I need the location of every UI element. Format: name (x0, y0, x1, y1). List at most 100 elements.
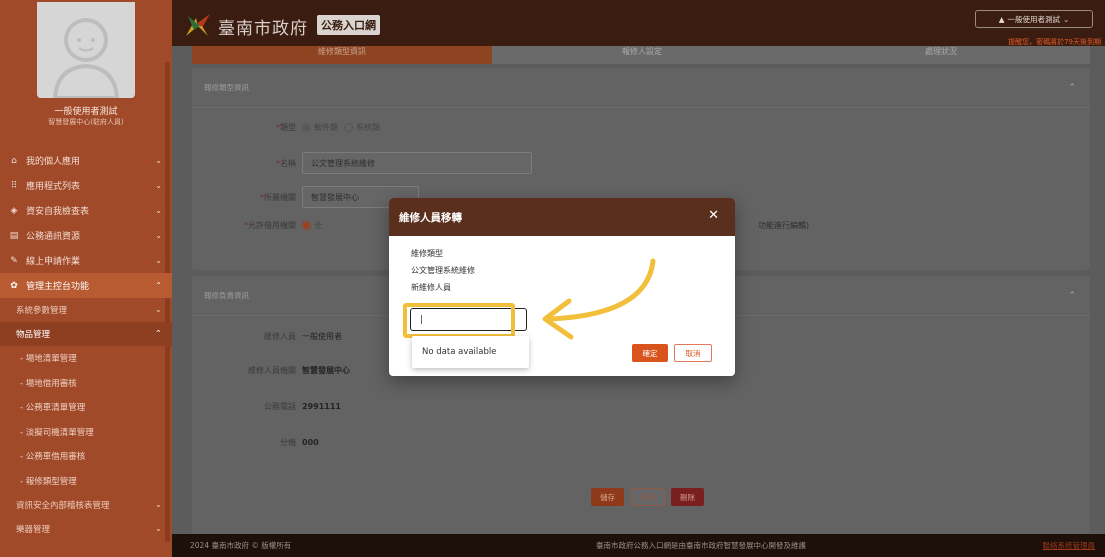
gov-name: 臺南市政府 (218, 19, 308, 39)
agency-label-text: 所屬機關 (264, 192, 296, 202)
user-menu-label: 一般使用者測試 (1007, 14, 1060, 24)
sidebar-sub-items[interactable]: 物品管理 ⌃ (0, 322, 172, 346)
name-label-text: 名稱 (280, 158, 296, 168)
tainan-logo-icon (186, 14, 210, 36)
info-value: 一般使用者 (302, 332, 342, 341)
sidebar-item-personal[interactable]: ⌂ 我的個人應用 ⌄ (0, 148, 172, 173)
sidebar-nav: ⌂ 我的個人應用 ⌄ ⠿ 應用程式列表 ⌄ ◈ 資安自我檢查表 ⌄ ▤ 公務通訊資源 ⌄ ✎ 線上… (0, 148, 172, 541)
avatar (37, 2, 135, 98)
radio-dot (302, 221, 311, 230)
info-label: 分機 (280, 438, 296, 447)
sidebar-item-admin[interactable]: ✿ 管理主控台功能 ⌃ (0, 273, 172, 298)
chevron-up-icon[interactable]: ⌃ (1068, 291, 1076, 301)
confirm-button[interactable]: 確定 (632, 344, 668, 362)
dialog-cancel-button[interactable]: 取消 (674, 344, 712, 362)
home-icon: ⌂ (11, 155, 17, 166)
allow-row: *允許借用機關 全 (192, 220, 328, 231)
user-name: 一般使用者測試 (54, 107, 118, 117)
sidebar-link-repair-types[interactable]: - 報修類型管理 (0, 469, 172, 494)
chevron-down-icon: ⌄ (1062, 14, 1070, 24)
sidebar-link-venue-list[interactable]: - 場地清單管理 (0, 346, 172, 371)
type-radio-software[interactable]: 軟件類 (302, 122, 338, 133)
sidebar-item-label: 資安自我檢查表 (26, 207, 90, 217)
sidebar-item-label: 管理主控台功能 (26, 282, 90, 292)
sidebar-link-car-review[interactable]: - 公務車借用審核 (0, 444, 172, 469)
close-icon[interactable]: ✕ (708, 208, 719, 223)
user-menu-button[interactable]: ▲ 一般使用者測試 ⌄ (975, 10, 1093, 28)
tab-repair-type[interactable]: 維修類型資訊 (192, 46, 492, 64)
info-row: 分機 000 (192, 437, 319, 448)
chevron-down-icon: ⌄ (155, 156, 162, 165)
new-staff-label: 新維修人員 (411, 283, 451, 292)
save-button[interactable]: 儲存 (591, 488, 624, 506)
radio-label: 全 (314, 221, 322, 230)
chevron-down-icon: ⌄ (155, 181, 162, 190)
gear-icon: ✿ (10, 280, 18, 291)
delete-button[interactable]: 刪除 (671, 488, 704, 506)
transfer-dialog: 維修人員移轉 ✕ 維修類型 公文管理系統維修 新維修人員 | No data a… (389, 198, 735, 376)
chevron-down-icon: ⌄ (154, 305, 162, 315)
chevron-down-icon: ⌄ (155, 231, 162, 240)
info-label: 公務電話 (264, 402, 296, 411)
sidebar-link-driver-list[interactable]: - 淡擬司機清單管理 (0, 420, 172, 445)
sidebar-sub-label: 樂器管理 (16, 525, 51, 535)
card-header[interactable]: 報修類型資訊 ⌃ (192, 68, 1090, 108)
tab-status[interactable]: 處理狀況 (792, 46, 1090, 64)
allow-label: *允許借用機關 (244, 221, 296, 230)
chevron-down-icon: ⌄ (155, 206, 162, 215)
card-title: 報修類型資訊 (204, 83, 249, 92)
info-row: 維修人員 一般使用者 (192, 331, 342, 342)
info-row: 公務電話 2991111 (192, 401, 341, 412)
chevron-up-icon: ⌃ (155, 281, 162, 290)
sidebar-link-car-list[interactable]: - 公務車清單管理 (0, 395, 172, 420)
chevron-up-icon[interactable]: ⌃ (1068, 83, 1076, 93)
radio-dot (302, 123, 311, 132)
type-label: *類型 (276, 123, 296, 132)
profile-section: 一般使用者測試 智慧發展中心(駐府人員) (0, 0, 172, 148)
new-staff-input[interactable]: | (410, 308, 527, 331)
user-avatar-icon (37, 2, 135, 98)
sidebar-item-comm[interactable]: ▤ 公務通訊資源 ⌄ (0, 223, 172, 248)
type-radio-system[interactable]: 系統類 (344, 122, 380, 133)
portal-badge: 公務入口網 (317, 15, 380, 35)
footer: 2024 臺南市政府 © 版權所有 臺南市政府公務入口網是由臺南市政府智慧發展中… (172, 534, 1105, 557)
copyright-text: 2024 臺南市政府 © 版權所有 (190, 541, 292, 550)
allow-radio-all[interactable]: 全 (302, 220, 322, 231)
info-row: 維修人員機關 智慧發展中心 (192, 365, 350, 376)
sidebar-item-apply[interactable]: ✎ 線上申請作業 ⌄ (0, 248, 172, 273)
card-title: 報修負責資訊 (204, 291, 249, 300)
sidebar-item-label: 公務通訊資源 (26, 232, 81, 242)
sidebar-item-label: 線上申請作業 (26, 257, 81, 267)
name-label: *名稱 (276, 158, 296, 168)
sidebar-item-label: 我的個人應用 (26, 157, 81, 167)
footer-credit: 臺南市政府公務入口網是由臺南市政府智慧發展中心開發及維護 (596, 541, 806, 550)
tab-bar: 維修類型資訊 報修人設定 處理狀況 (192, 46, 1090, 64)
sidebar-sub-instruments[interactable]: 樂器管理 ⌄ (0, 517, 172, 541)
contact-admin-link[interactable]: 聯絡系統管理員 (1043, 540, 1096, 551)
sidebar-link-venue-review[interactable]: - 場地借用審核 (0, 371, 172, 396)
sidebar: 一般使用者測試 智慧發展中心(駐府人員) ⌂ 我的個人應用 ⌄ ⠿ 應用程式列表 ⌄ ◈… (0, 0, 172, 557)
chevron-up-icon: ⌃ (154, 329, 162, 339)
chevron-down-icon: ⌄ (154, 524, 162, 534)
sidebar-sub-params[interactable]: 系統參數管理 ⌄ (0, 298, 172, 322)
chevron-down-icon: ⌄ (154, 500, 162, 510)
sidebar-sub-audit[interactable]: 資訊安全內部稽核表管理 ⌄ (0, 493, 172, 517)
tab-reporter[interactable]: 報修人設定 (492, 46, 792, 64)
grid-icon: ⠿ (10, 180, 18, 191)
cancel-button[interactable]: 取消 (630, 488, 665, 506)
type-label-text: 類型 (280, 123, 296, 132)
pen-icon: ✎ (10, 255, 18, 266)
shield-icon: ◈ (10, 205, 18, 216)
sidebar-item-security-check[interactable]: ◈ 資安自我檢查表 ⌄ (0, 198, 172, 223)
info-label: 維修人員 (264, 332, 296, 341)
info-value: 智慧發展中心 (302, 366, 350, 375)
agency-row: *所屬機關 智慧發展中心 (192, 186, 419, 208)
sidebar-item-apps[interactable]: ⠿ 應用程式列表 ⌄ (0, 173, 172, 198)
radio-dot (344, 123, 353, 132)
info-value: 2991111 (302, 402, 341, 411)
type-row: *類型 軟件類 系統類 (192, 122, 386, 133)
top-header: 臺南市政府 公務入口網 ▲ 一般使用者測試 ⌄ 提醒您，密碼將於79天後到期 (172, 0, 1105, 46)
name-field[interactable]: 公文管理系統維修 (302, 152, 532, 174)
sidebar-sub-label: 系統參數管理 (16, 306, 68, 316)
user-unit: 智慧發展中心(駐府人員) (48, 118, 124, 126)
